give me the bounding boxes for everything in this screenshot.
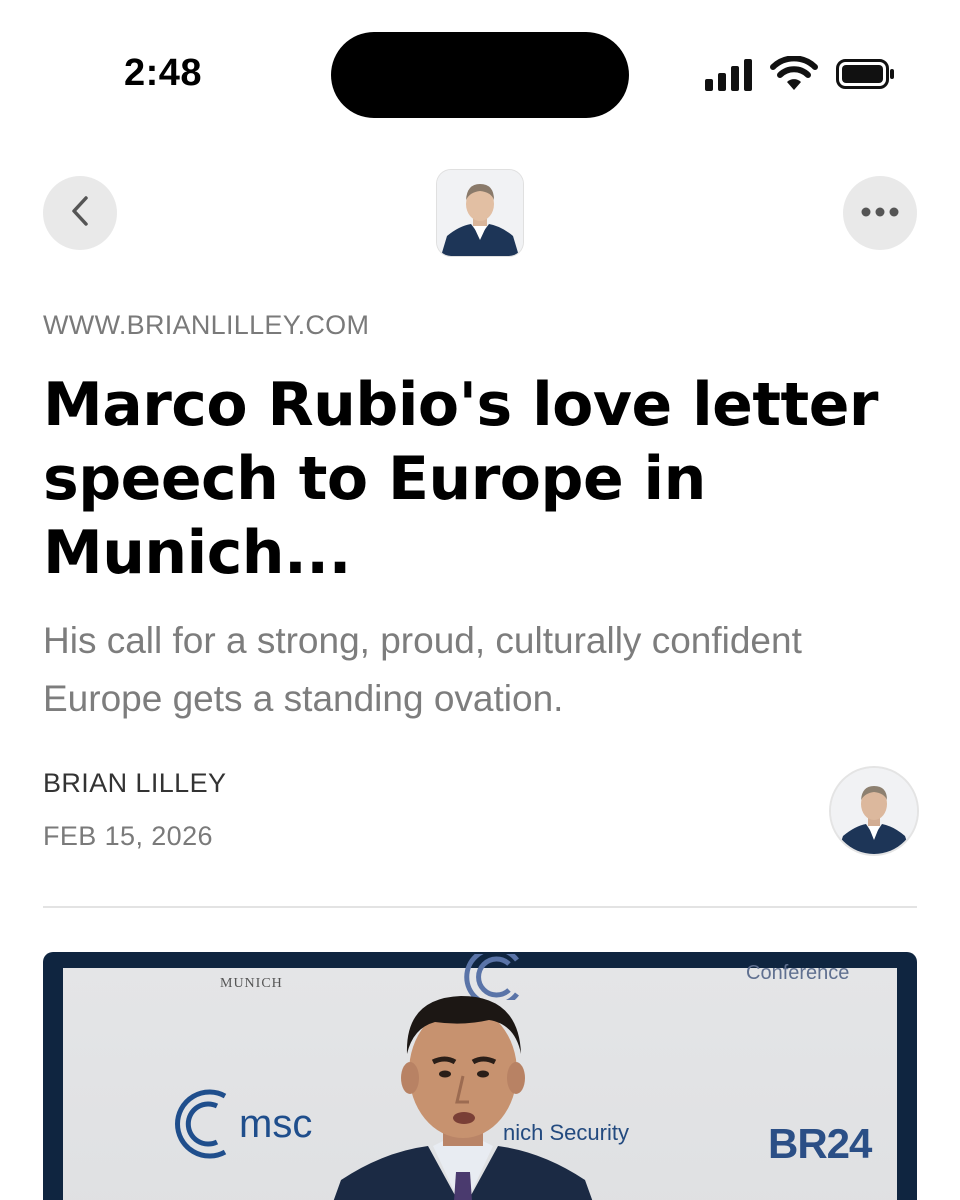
- more-options-button[interactable]: [843, 176, 917, 250]
- br24-logo: BR24: [768, 1120, 872, 1167]
- hero-photo: MUNICH Conference msc nich Security BR24: [63, 954, 897, 1200]
- backdrop-text-conference: Conference: [746, 962, 850, 984]
- publication-logo[interactable]: [437, 170, 523, 256]
- backdrop-text-munich: MUNICH: [220, 976, 283, 991]
- cellular-signal-icon: [705, 57, 752, 91]
- source-url[interactable]: WWW.BRIANLILLEY.COM: [43, 310, 369, 341]
- wifi-icon: [770, 56, 818, 92]
- publish-date: FEB 15, 2026: [43, 821, 213, 851]
- status-icons: [705, 56, 896, 92]
- nav-row: [0, 170, 960, 260]
- author-name[interactable]: BRIAN LILLEY: [43, 768, 226, 799]
- status-time: 2:48: [124, 52, 203, 94]
- battery-icon: [836, 59, 896, 89]
- msc-logo: msc: [173, 1086, 312, 1162]
- ellipsis-icon: [860, 204, 900, 222]
- article-subtitle: His call for a strong, proud, culturally…: [43, 620, 802, 719]
- dynamic-island: [331, 32, 629, 118]
- article-title: Marco Rubio's love letter speech to Euro…: [43, 370, 878, 588]
- section-divider: [43, 906, 917, 908]
- author-avatar[interactable]: [831, 768, 917, 854]
- hero-image[interactable]: MUNICH Conference msc nich Security BR24: [43, 952, 917, 1200]
- status-bar: 2:48: [0, 0, 960, 140]
- back-button[interactable]: [43, 176, 117, 250]
- msc-logo-icon: [175, 1089, 227, 1159]
- chevron-left-icon: [69, 194, 91, 233]
- speaker-figure: [333, 996, 593, 1200]
